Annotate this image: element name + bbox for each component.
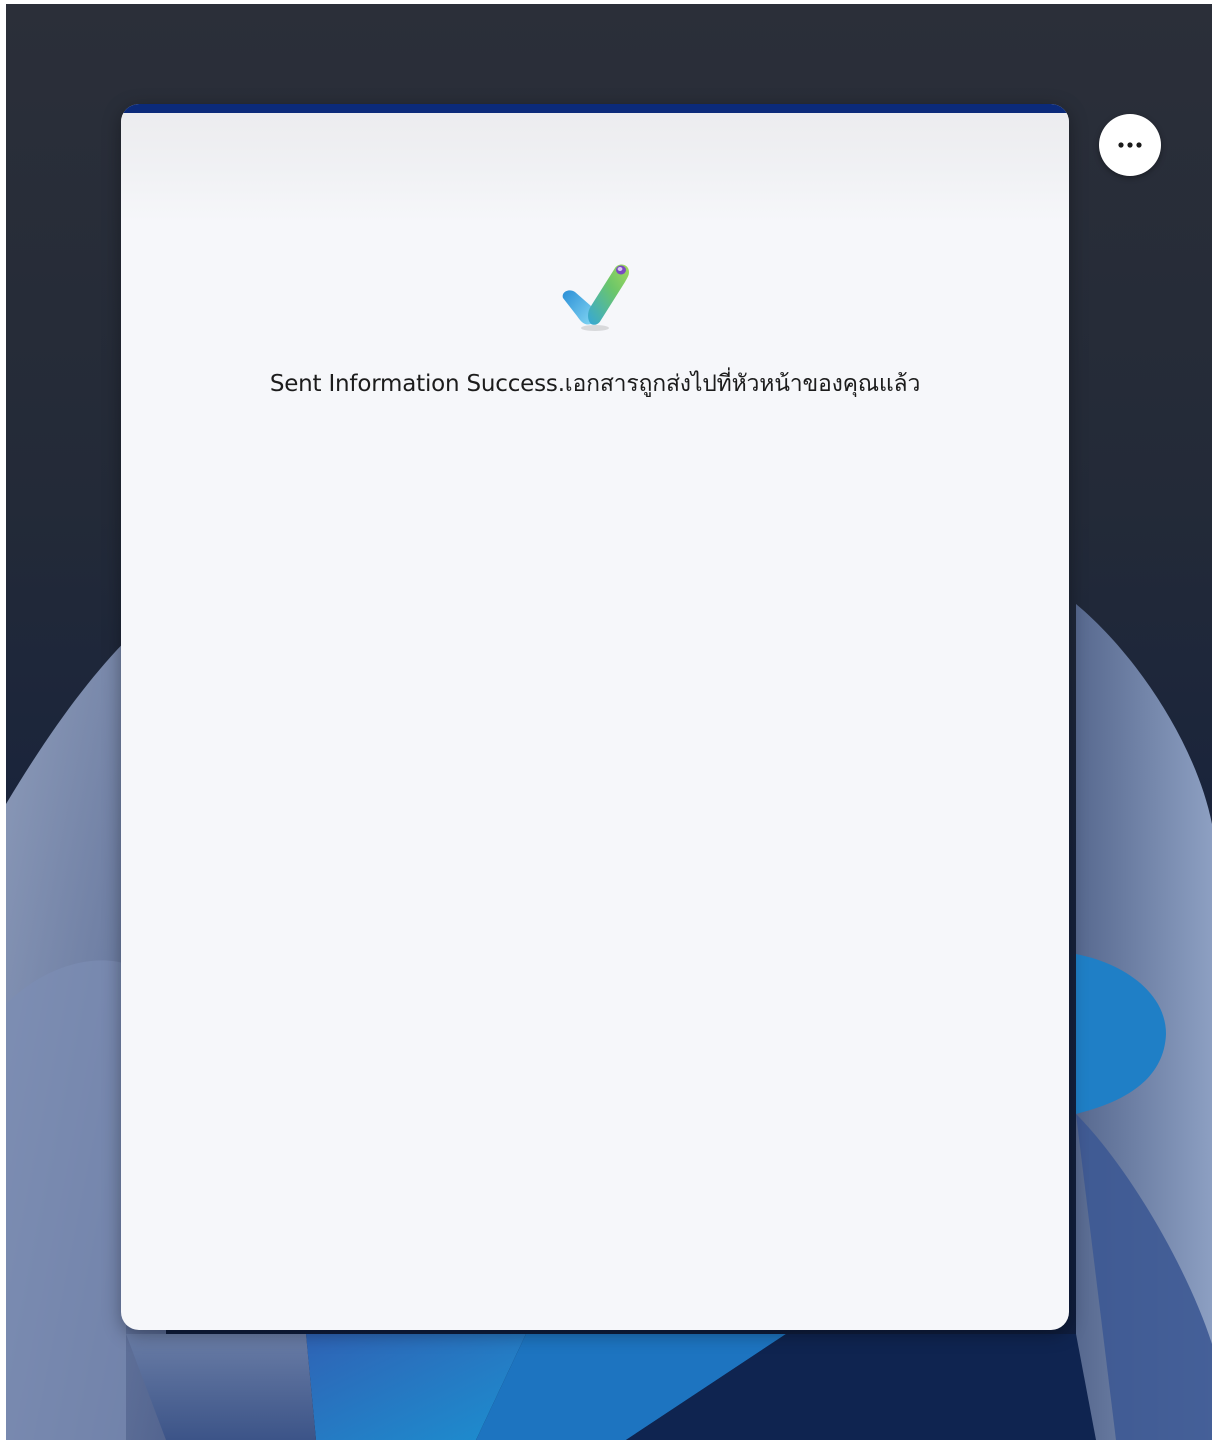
dialog-accent-bar <box>121 104 1069 113</box>
success-message: Sent Information Success.เอกสารถูกส่งไปท… <box>269 371 921 397</box>
success-dialog: Sent Information Success.เอกสารถูกส่งไปท… <box>121 104 1069 1330</box>
more-options-button[interactable] <box>1099 114 1161 176</box>
dialog-header <box>121 113 1069 223</box>
checkmark-icon <box>562 264 629 331</box>
more-horizontal-icon <box>1118 142 1142 148</box>
